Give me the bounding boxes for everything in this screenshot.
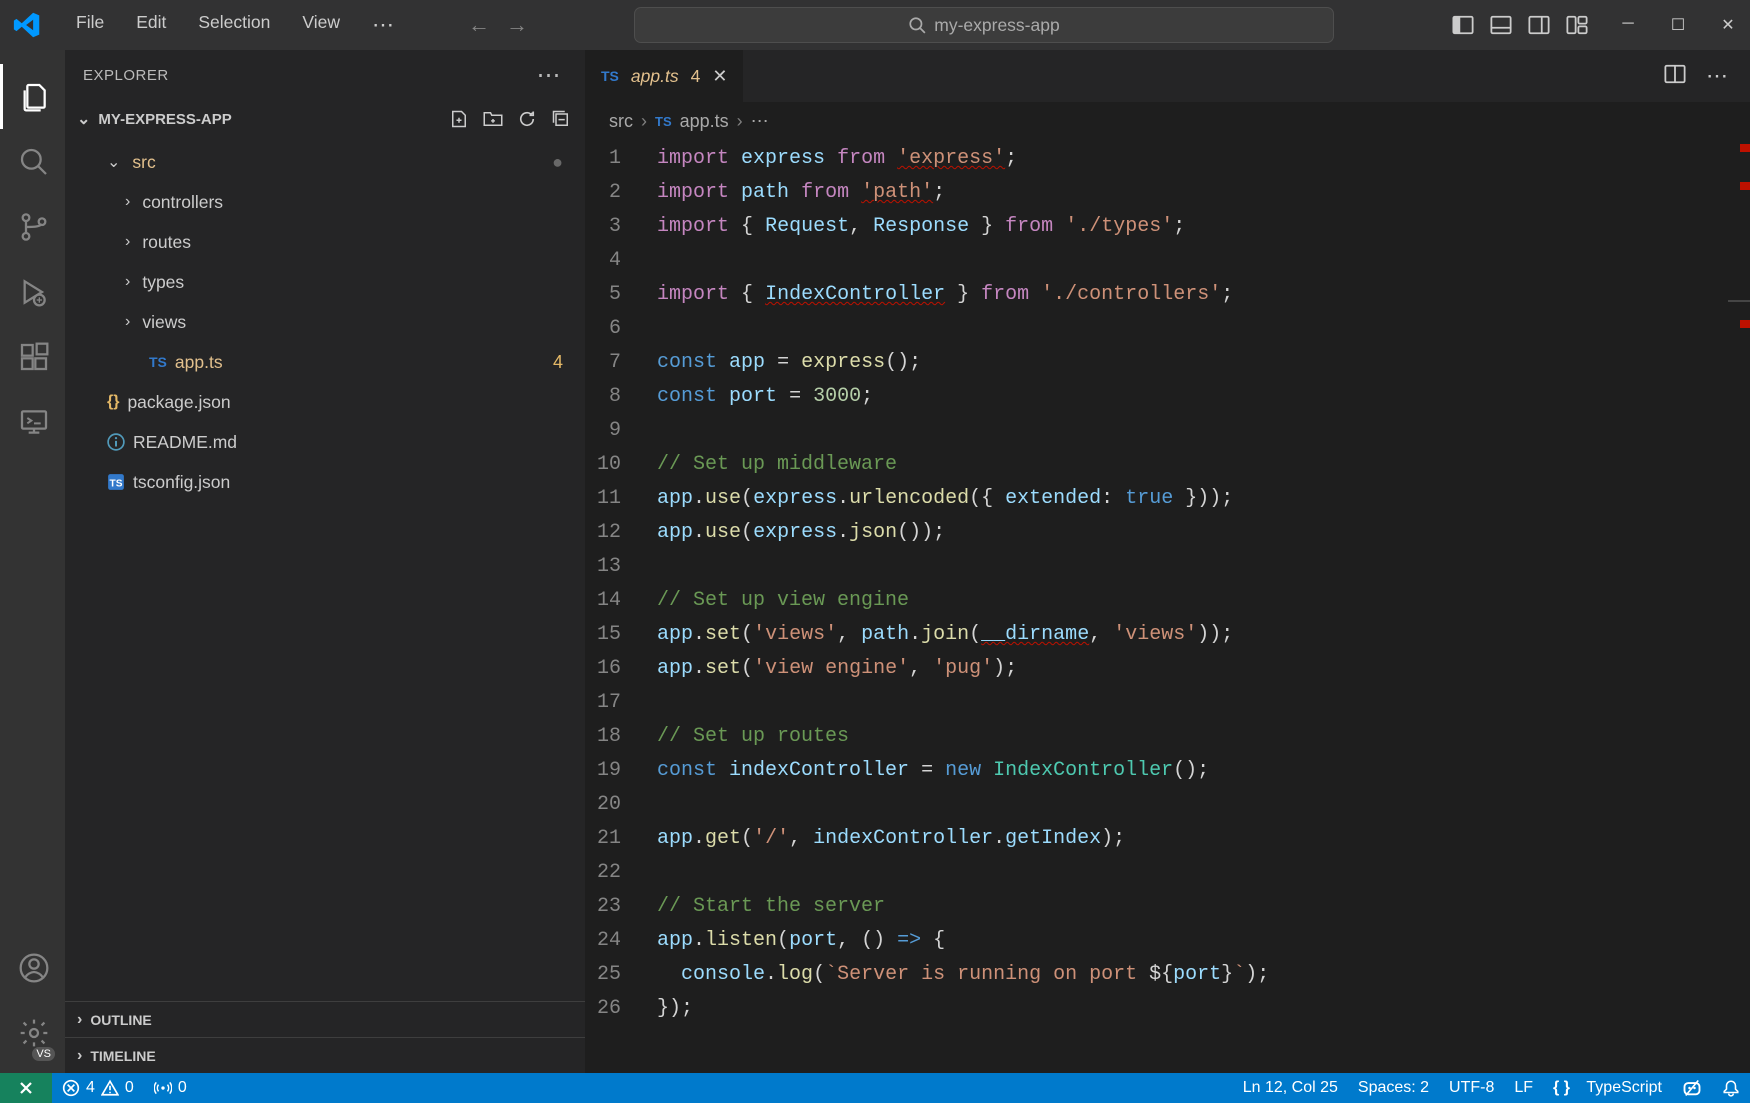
statusbar: 4 0 0 Ln 12, Col 25 Spaces: 2 UTF-8 LF {… (0, 1073, 1750, 1103)
status-eol[interactable]: LF (1504, 1078, 1543, 1098)
tab-app-ts[interactable]: TS app.ts 4 ✕ (585, 50, 744, 102)
tsconfig-file-icon: TS (107, 473, 125, 491)
project-section-header[interactable]: ⌄MY-EXPRESS-APP (65, 100, 585, 138)
outline-section[interactable]: ›OUTLINE (65, 1001, 585, 1037)
tab-close-icon[interactable]: ✕ (712, 66, 727, 87)
window-close-icon[interactable]: ✕ (1718, 15, 1738, 35)
menu-file[interactable]: File (62, 6, 118, 44)
titlebar: File Edit Selection View ⋯ ← → my-expres… (0, 0, 1750, 50)
folder-views[interactable]: ›views (65, 302, 585, 342)
window-maximize-icon[interactable]: ☐ (1668, 15, 1688, 35)
overview-ruler[interactable] (1728, 140, 1750, 1073)
status-problems[interactable]: 4 0 (52, 1079, 144, 1097)
activity-settings-icon[interactable] (0, 1000, 65, 1065)
editor-more-icon[interactable]: ⋯ (1706, 63, 1728, 89)
line-number-gutter: 1234567891011121314151617181920212223242… (585, 140, 657, 1073)
nav-back-icon[interactable]: ← (468, 12, 490, 38)
file-readme[interactable]: README.md (65, 422, 585, 462)
menu-selection[interactable]: Selection (184, 6, 284, 44)
status-notifications-icon[interactable] (1712, 1078, 1750, 1098)
search-placeholder: my-express-app (934, 15, 1059, 36)
svg-text:TS: TS (110, 479, 123, 490)
project-name: MY-EXPRESS-APP (98, 111, 231, 128)
activity-bar (0, 50, 65, 1073)
activity-source-control-icon[interactable] (0, 194, 65, 259)
folder-controllers[interactable]: ›controllers (65, 182, 585, 222)
status-copilot-icon[interactable] (1672, 1078, 1712, 1098)
status-ports[interactable]: 0 (144, 1079, 197, 1097)
menu-overflow-icon[interactable]: ⋯ (358, 6, 408, 44)
editor-tabs: TS app.ts 4 ✕ ⋯ (585, 50, 1750, 102)
activity-search-icon[interactable] (0, 129, 65, 194)
file-tree: ⌄src● ›controllers ›routes ›types ›views… (65, 138, 585, 1001)
refresh-icon[interactable] (517, 109, 537, 129)
activity-run-debug-icon[interactable] (0, 259, 65, 324)
activity-extensions-icon[interactable] (0, 324, 65, 389)
breadcrumb[interactable]: src › TS app.ts › ⋯ (585, 102, 1750, 140)
vscode-logo-icon (12, 10, 42, 40)
menu-edit[interactable]: Edit (122, 6, 180, 44)
activity-explorer-icon[interactable] (0, 64, 65, 129)
window-minimize-icon[interactable]: ─ (1618, 15, 1638, 35)
new-folder-icon[interactable] (483, 109, 503, 129)
status-indentation[interactable]: Spaces: 2 (1348, 1078, 1439, 1098)
folder-src[interactable]: ⌄src● (65, 142, 585, 182)
status-language-mode[interactable]: { } TypeScript (1543, 1078, 1672, 1098)
sidebar-explorer: EXPLORER ⋯ ⌄MY-EXPRESS-APP ⌄src● ›contro… (65, 50, 585, 1073)
ts-file-icon: TS (149, 354, 167, 370)
folder-routes[interactable]: ›routes (65, 222, 585, 262)
layout-customize-icon[interactable] (1566, 14, 1588, 36)
code-editor[interactable]: 1234567891011121314151617181920212223242… (585, 140, 1750, 1073)
explorer-more-icon[interactable]: ⋯ (537, 61, 562, 90)
layout-panel-icon[interactable] (1490, 14, 1512, 36)
split-editor-icon[interactable] (1664, 63, 1686, 89)
command-center-search[interactable]: my-express-app (634, 7, 1334, 43)
activity-accounts-icon[interactable] (0, 935, 65, 1000)
file-package-json[interactable]: {} package.json (65, 382, 585, 422)
menubar: File Edit Selection View ⋯ (62, 6, 408, 44)
info-file-icon (107, 433, 125, 451)
json-file-icon: {} (107, 393, 119, 411)
ts-file-icon: TS (655, 114, 672, 129)
layout-secondary-sidebar-icon[interactable] (1528, 14, 1550, 36)
explorer-title: EXPLORER (83, 67, 169, 84)
ts-file-icon: TS (601, 68, 619, 84)
collapse-all-icon[interactable] (551, 109, 571, 129)
timeline-section[interactable]: ›TIMELINE (65, 1037, 585, 1073)
code-content[interactable]: import express from 'express';import pat… (657, 140, 1728, 1073)
remote-indicator-icon[interactable] (0, 1073, 52, 1103)
editor-area: TS app.ts 4 ✕ ⋯ src › TS app.ts › ⋯ 1234… (585, 50, 1750, 1073)
file-app-ts[interactable]: TS app.ts 4 (65, 342, 585, 382)
new-file-icon[interactable] (449, 109, 469, 129)
file-tsconfig[interactable]: TS tsconfig.json (65, 462, 585, 502)
status-encoding[interactable]: UTF-8 (1439, 1078, 1504, 1098)
nav-forward-icon[interactable]: → (506, 12, 528, 38)
menu-view[interactable]: View (288, 6, 354, 44)
folder-types[interactable]: ›types (65, 262, 585, 302)
activity-remote-explorer-icon[interactable] (0, 389, 65, 454)
status-cursor-position[interactable]: Ln 12, Col 25 (1233, 1078, 1348, 1098)
layout-primary-sidebar-icon[interactable] (1452, 14, 1474, 36)
